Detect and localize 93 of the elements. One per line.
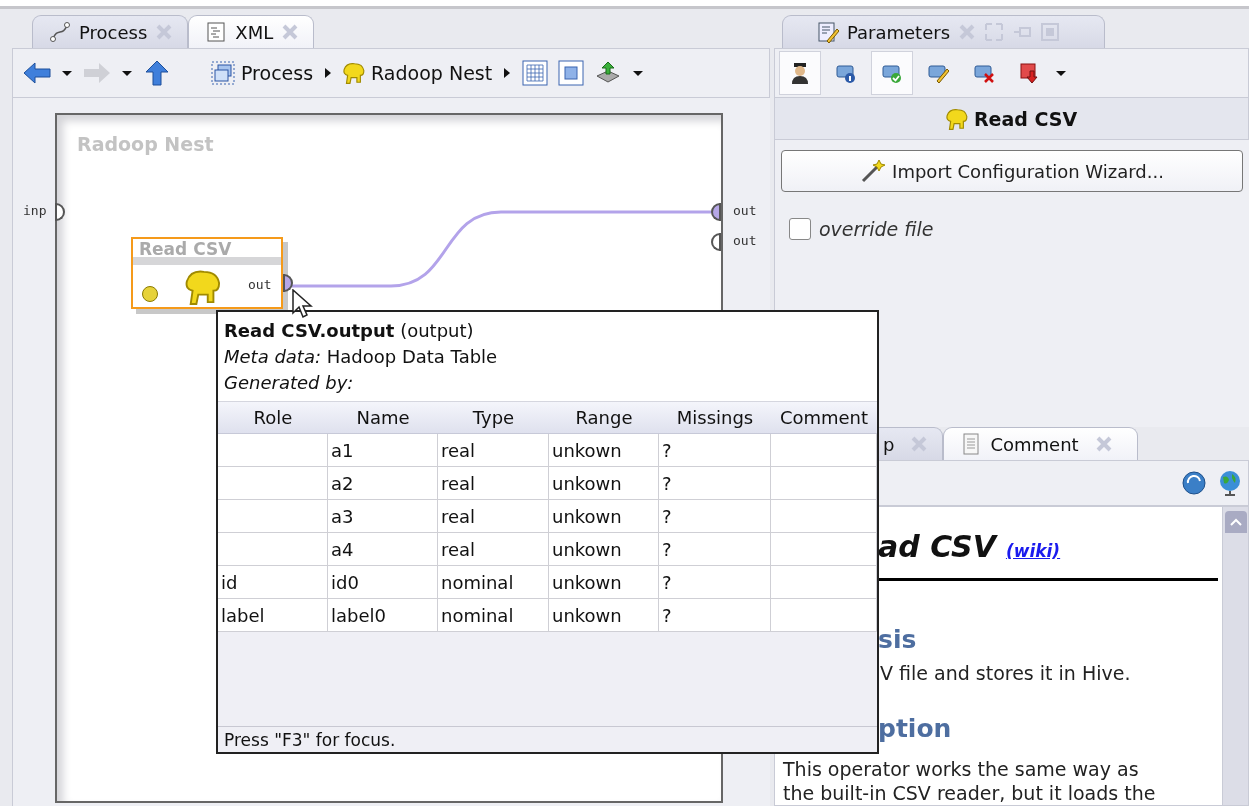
table-cell: label <box>218 599 328 632</box>
table-cell: id <box>218 566 328 599</box>
table-cell: ? <box>659 467 771 500</box>
table-cell: real <box>438 500 549 533</box>
input-port[interactable] <box>55 203 65 221</box>
table-cell: ? <box>659 533 771 566</box>
close-icon <box>281 23 300 41</box>
table-cell: a1 <box>328 434 438 467</box>
editor-tab[interactable]: XML <box>188 15 315 48</box>
elephant-icon <box>343 62 366 84</box>
table-cell: unkown <box>549 566 659 599</box>
help-tab[interactable]: Comment <box>943 427 1138 460</box>
table-cell: real <box>438 434 549 467</box>
document-icon <box>205 21 228 43</box>
import-icon <box>1019 62 1041 84</box>
table-cell: label0 <box>328 599 438 632</box>
table-cell: ? <box>659 500 771 533</box>
table-cell: ? <box>659 566 771 599</box>
help-heading: ad CSV <box>878 529 996 564</box>
grid-icon <box>522 60 549 86</box>
table-cell: real <box>438 533 549 566</box>
close-icon <box>910 435 929 453</box>
table-cell: nominal <box>438 566 549 599</box>
table-cell: id0 <box>328 566 438 599</box>
table-cell: a4 <box>328 533 438 566</box>
checkbox-label: override file <box>819 218 934 240</box>
output-port[interactable] <box>711 233 721 251</box>
table-cell: unkown <box>549 533 659 566</box>
table-cell: unkown <box>549 434 659 467</box>
tooltip-meta: Meta data: Hadoop Data Table <box>224 345 499 369</box>
maximize-icon <box>984 22 1005 42</box>
help-text: V file and stores it in Hive. <box>880 662 1132 684</box>
delete-icon <box>973 62 995 84</box>
subprocess-title: Radoop Nest <box>77 133 214 155</box>
elephant-icon <box>945 107 968 130</box>
port-label: inp <box>23 203 47 218</box>
tooltip-title: Read CSV.output (output) <box>224 319 475 343</box>
table-cell: unkown <box>549 500 659 533</box>
mode-button[interactable] <box>779 51 821 95</box>
column-header: Type <box>438 401 549 434</box>
tooltip-footer: Press "F3" for focus. <box>218 726 877 752</box>
scrollbar[interactable] <box>1222 507 1248 805</box>
scroll-up-icon <box>1228 517 1243 527</box>
help-text: This operator works the same way as <box>783 757 1140 781</box>
connector-icon <box>49 21 71 43</box>
operator-name: Read CSV <box>133 239 281 265</box>
output-port[interactable] <box>711 203 721 221</box>
editor-tab[interactable]: Process <box>32 15 189 48</box>
port-label: out <box>733 203 757 218</box>
check-icon <box>881 62 903 84</box>
table-cell: unkown <box>549 599 659 632</box>
section-title: sis <box>878 625 918 654</box>
table-cell: ? <box>659 434 771 467</box>
column-header: Role <box>218 401 328 434</box>
refresh-icon <box>1180 469 1208 497</box>
tooltip-generated: Generated by: <box>224 371 355 395</box>
close-icon <box>155 23 174 41</box>
close-icon <box>1094 435 1113 453</box>
column-header: Missings <box>659 401 771 434</box>
info-icon <box>835 62 857 84</box>
column-header: Range <box>549 401 659 434</box>
person-icon <box>789 62 811 84</box>
status-icon <box>141 285 159 303</box>
wizard-button[interactable]: Import Configuration Wizard... <box>781 150 1243 192</box>
column-header: Comment <box>771 401 877 434</box>
parameters-tab[interactable]: Parameters <box>782 15 1106 48</box>
forward-arrow-icon <box>83 60 111 86</box>
fit-icon <box>558 60 585 86</box>
table-cell: a3 <box>328 500 438 533</box>
restore-icon <box>1040 22 1061 42</box>
port-label: out <box>248 277 272 292</box>
wiki-link[interactable]: (wiki) <box>1005 541 1061 561</box>
breadcrumb-item[interactable]: Radoop Nest <box>343 62 493 84</box>
windows-icon <box>211 61 235 85</box>
column-header: Name <box>328 401 438 434</box>
breadcrumb-item[interactable]: Process <box>211 61 314 85</box>
table-cell: a2 <box>328 467 438 500</box>
help-text: the built-in CSV reader, but it loads the <box>783 781 1157 805</box>
checkbox[interactable] <box>789 218 811 240</box>
back-arrow-icon <box>23 60 51 86</box>
form-pencil-icon <box>817 21 839 43</box>
close-icon <box>958 23 977 41</box>
operator-title: Read CSV <box>774 98 1249 140</box>
table-cell: ? <box>659 599 771 632</box>
table-cell: unkown <box>549 467 659 500</box>
pencil-icon <box>927 62 949 84</box>
table-cell: nominal <box>438 599 549 632</box>
up-arrow-icon <box>143 60 171 86</box>
section-title: ption <box>878 714 953 743</box>
table-cell: real <box>438 467 549 500</box>
magic-wand-icon <box>860 158 887 184</box>
port-label: out <box>733 233 757 248</box>
elephant-icon <box>185 269 221 305</box>
